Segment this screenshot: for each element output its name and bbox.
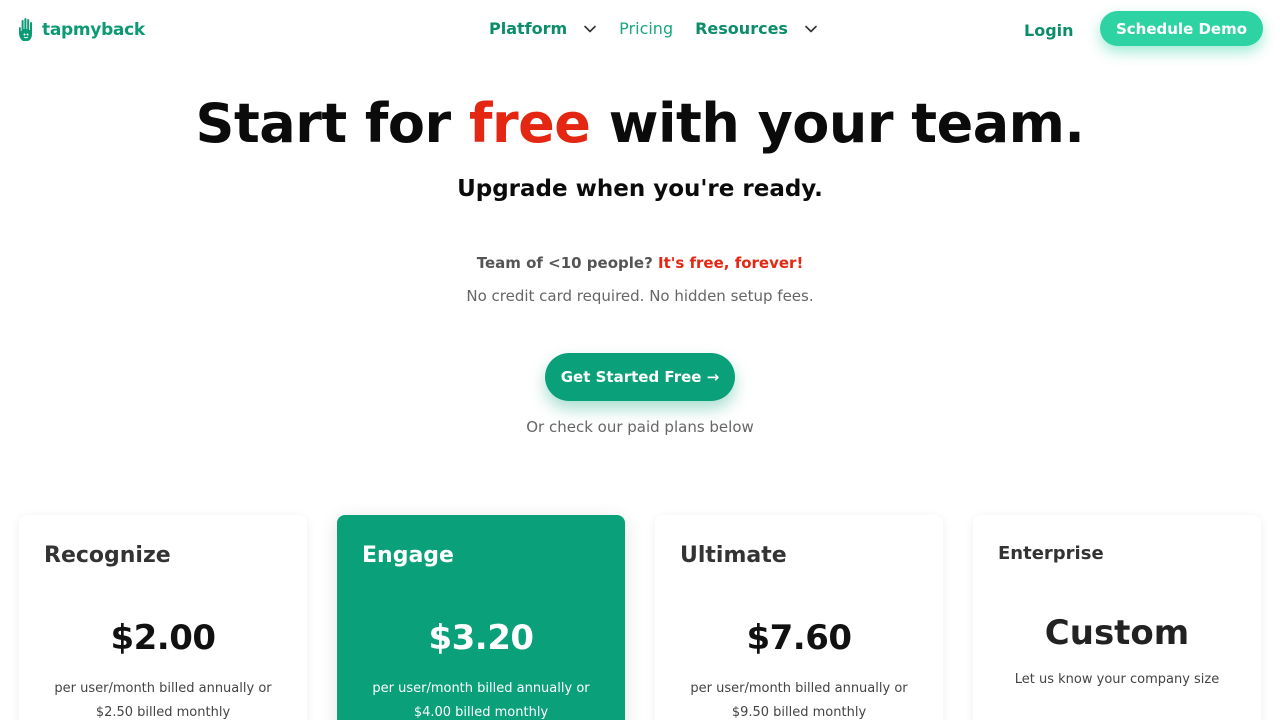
login-link[interactable]: Login [1024, 21, 1074, 40]
nav-resources[interactable]: Resources [695, 19, 818, 38]
title-before: Start for [195, 92, 469, 155]
plan-card-recognize: Recognize $2.00 per user/month billed an… [19, 515, 307, 720]
brand-name: tapmyback [42, 20, 145, 40]
page-subtitle: Upgrade when you're ready. [457, 176, 823, 202]
schedule-demo-button[interactable]: Schedule Demo [1100, 11, 1263, 46]
plan-note-line1: per user/month billed annually or [690, 681, 908, 696]
plan-name: Engage [362, 543, 454, 568]
plan-note-line1: per user/month billed annually or [372, 681, 590, 696]
nav-pricing-label: Pricing [619, 19, 674, 38]
paid-plans-hint: Or check our paid plans below [526, 418, 754, 436]
plan-contact-note: Let us know your company size [1014, 672, 1220, 687]
title-after: with your team. [590, 92, 1085, 155]
site-header: tapmyback Platform Pricing Resources Log… [0, 0, 1280, 62]
title-highlight: free [468, 92, 591, 155]
chevron-down-icon [805, 25, 817, 32]
nav-pricing[interactable]: Pricing [619, 19, 673, 38]
plan-card-engage: Engage $3.20 per user/month billed annua… [337, 515, 625, 720]
team-question: Team of <10 people? [476, 254, 653, 272]
team-answer: It's free, forever! [658, 254, 804, 272]
plan-price: $2.00 [110, 618, 216, 658]
nav-resources-label: Resources [695, 19, 788, 38]
plan-name: Ultimate [680, 543, 787, 568]
plan-billing-note: per user/month billed annually or $4.00 … [337, 677, 625, 720]
plan-name: Recognize [44, 543, 171, 568]
plan-price: $3.20 [428, 618, 534, 658]
plan-price: Custom [1044, 613, 1190, 653]
page-title: Start for free with your team. [0, 92, 1280, 155]
free-team-notice: Team of <10 people? It's free, forever! [0, 254, 1280, 272]
plan-card-enterprise: Enterprise Custom Let us know your compa… [973, 515, 1261, 720]
get-started-free-button[interactable]: Get Started Free → [545, 353, 735, 401]
logo[interactable]: tapmyback [17, 17, 145, 43]
plan-price: $7.60 [746, 618, 852, 658]
chevron-down-icon [584, 25, 596, 32]
plan-billing-note: per user/month billed annually or $9.50 … [655, 677, 943, 720]
nav-platform-label: Platform [489, 19, 568, 38]
plan-billing-note: per user/month billed annually or $2.50 … [19, 677, 307, 720]
no-credit-card-note: No credit card required. No hidden setup… [466, 287, 814, 305]
plan-note-line2: $4.00 billed monthly [413, 705, 549, 720]
plan-note-line2: $2.50 billed monthly [95, 705, 231, 720]
plan-name: Enterprise [998, 543, 1104, 564]
plan-note-line2: $9.50 billed monthly [731, 705, 867, 720]
main-nav: Platform Pricing Resources [489, 19, 818, 38]
hand-icon [19, 17, 32, 41]
plan-card-ultimate: Ultimate $7.60 per user/month billed ann… [655, 515, 943, 720]
plan-note-line1: per user/month billed annually or [54, 681, 272, 696]
nav-platform[interactable]: Platform [489, 19, 597, 38]
